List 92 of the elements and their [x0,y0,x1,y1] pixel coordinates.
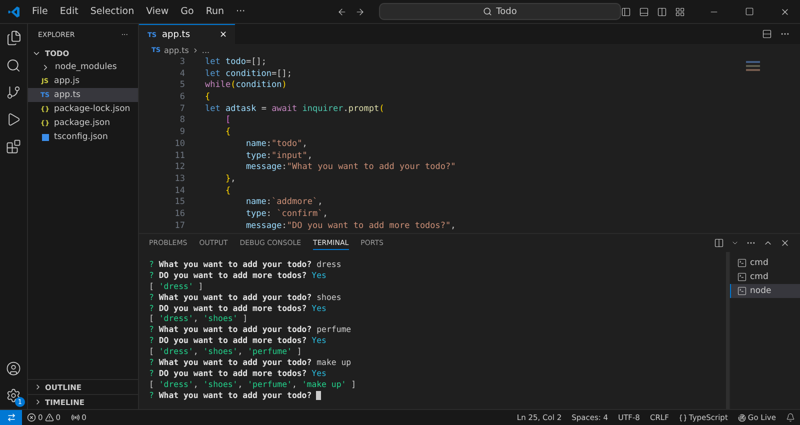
terminal-line: [ 'dress', 'shoes' ] [149,313,248,324]
line-number: 17 [174,220,186,232]
split-terminal-icon[interactable] [714,238,724,248]
terminal-line: ? What you want to add your todo? perfume [149,324,352,336]
code-line: message:"DO you want to add more todos?", [244,220,456,232]
remote-button[interactable] [0,410,22,425]
chevron-right-icon [192,47,199,54]
line-number: 6 [178,92,186,104]
customize-layout-icon[interactable] [675,6,685,16]
code-line: while(condition) [205,80,287,92]
line-number: 5 [178,80,186,92]
terminal-line: ? DO you want to add more todos? Yes [149,302,326,314]
run-icon[interactable] [6,112,21,127]
close-icon[interactable] [780,6,790,16]
menu-item[interactable]: File [26,6,54,17]
line-number: 8 [178,115,186,128]
code-line: name:`addmore`, [244,197,323,209]
code-line: { [205,92,210,104]
code-line: message:"What you want to add your todo?" [244,162,456,174]
terminal-line: [ 'dress' ] [149,280,204,292]
app-logo-icon [8,6,20,18]
config-file-icon [42,134,48,140]
line-number: 14 [174,186,186,198]
code-line: let adtask = await inquirer.prompt( [205,104,384,116]
chevron-right-icon[interactable] [41,62,50,72]
terminal-line: ? What you want to add your todo? [149,390,312,401]
terminal-line: [ 'dress', 'shoes', 'perfume', 'make up' ] [149,378,356,390]
terminal-line: ? What you want to add your todo? dress [149,259,342,270]
terminal-line: ? DO you want to add more todos? Yes [149,270,326,281]
settings-icon[interactable] [6,388,21,403]
terminal-line: ? DO you want to add more todos? Yes [149,335,326,346]
files-icon[interactable] [6,30,22,46]
menu-item[interactable]: Run [200,6,230,17]
split-layout-icon[interactable] [657,6,667,16]
code-line: name:"todo", [244,138,308,150]
warning-icon [44,413,54,422]
menu-item[interactable]: ··· [230,6,252,17]
braces-icon [678,414,687,422]
panel-layout-icon[interactable] [639,6,649,16]
terminal-icon [737,258,747,268]
line-number: 13 [174,174,186,186]
file-row[interactable]: tsconfig.json [28,130,138,144]
restore-icon[interactable] [745,7,754,16]
close-panel-icon[interactable] [780,238,790,248]
line-number: 10 [174,138,186,150]
line-number: 16 [174,208,186,221]
terminal-cursor [316,390,321,400]
code-line: let condition=[]; [205,68,292,80]
code-line: { [224,127,231,139]
terminal-line: [ 'dress', 'shoes', 'perfume' ] [149,346,302,358]
menu-item[interactable]: Selection [84,6,140,17]
file-row[interactable]: node_modules [28,60,138,74]
code-line: [ [224,115,231,128]
split-editor-icon[interactable] [762,29,772,39]
error-icon [27,413,36,422]
line-number: 12 [174,162,186,174]
terminal-icon [737,272,747,282]
back-arrow-icon[interactable] [337,6,347,16]
code-line: { [224,186,231,198]
line-number: 4 [178,68,186,80]
close-tab[interactable]: × [219,30,227,40]
terminal-line: ? What you want to add your todo? shoes [149,292,342,303]
extensions-icon[interactable] [6,139,21,154]
breadcrumb-item[interactable]: ... [202,46,210,55]
remote-icon [6,413,16,422]
search-icon [483,7,492,16]
line-number: 3 [178,57,186,69]
code-line: type: `confirm`, [244,208,328,221]
search-icon[interactable] [6,58,21,73]
menu-item[interactable]: View [140,6,175,17]
bell-icon[interactable] [786,413,795,422]
menu-item[interactable]: Edit [54,6,84,17]
sidebar-layout-icon[interactable] [621,6,631,16]
account-icon[interactable] [6,361,21,376]
code-line: type:"input", [244,150,312,162]
terminal-line: ? DO you want to add more todos? Yes [149,368,326,379]
terminal-line: ? What you want to add your todo? make up [149,357,352,368]
search-field[interactable]: Todo [379,3,621,20]
line-number: 11 [174,150,186,162]
branch-icon[interactable] [6,85,21,100]
line-number: 15 [174,197,186,209]
line-number: 7 [178,104,186,116]
terminal-icon [737,286,747,296]
menu-item[interactable]: Go [174,6,200,17]
code-line: let todo=[]; [205,57,266,69]
terminal-list-item[interactable]: cmd [730,256,800,270]
terminal-list-item[interactable]: node [730,284,800,298]
chevron-down-icon[interactable] [731,239,739,247]
terminal-list-item[interactable]: cmd [730,270,800,284]
line-number: 9 [178,127,186,139]
forward-arrow-icon[interactable] [355,6,365,16]
code-line: }, [224,174,236,186]
